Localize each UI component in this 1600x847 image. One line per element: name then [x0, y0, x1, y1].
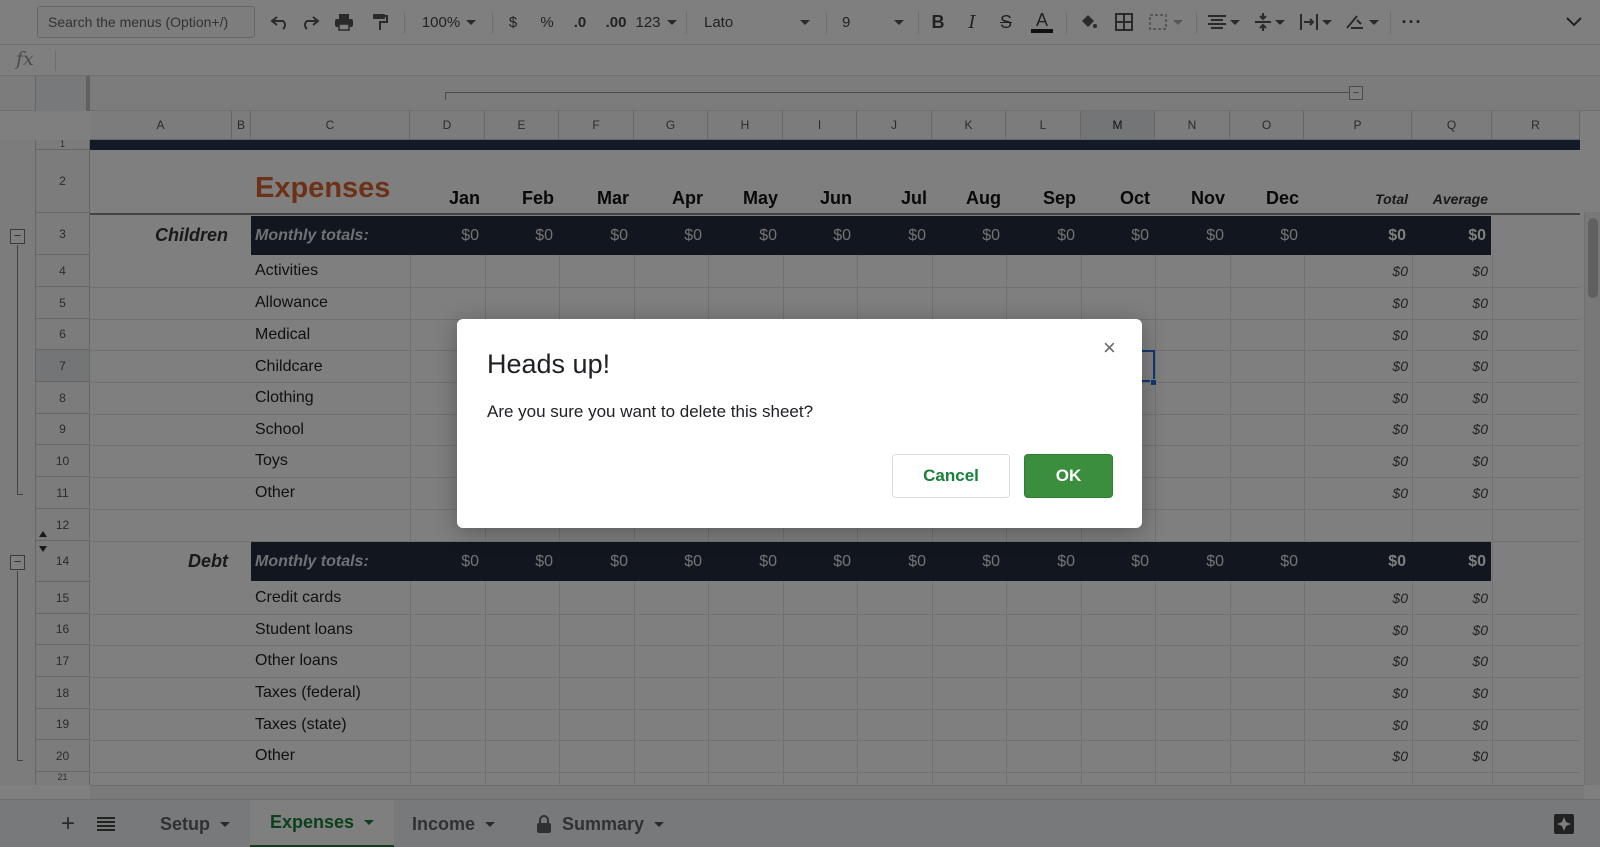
dialog-title: Heads up!	[487, 349, 611, 379]
spreadsheet-app: Search the menus (Option+/) 100% $ % .0 …	[0, 0, 1600, 847]
close-icon[interactable]: ×	[1103, 335, 1116, 361]
cancel-button[interactable]: Cancel	[892, 454, 1010, 498]
ok-button[interactable]: OK	[1024, 454, 1113, 498]
delete-sheet-dialog: Heads up! × Are you sure you want to del…	[457, 319, 1142, 528]
dialog-message: Are you sure you want to delete this she…	[487, 402, 814, 421]
